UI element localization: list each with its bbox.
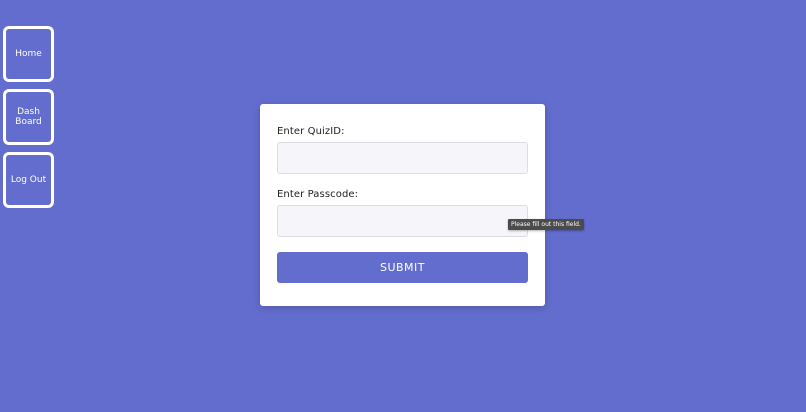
sidebar-item-home[interactable]: Home	[3, 26, 54, 82]
sidebar-item-dashboard[interactable]: Dash Board	[3, 89, 54, 145]
validation-tooltip: Please fill out this field.	[508, 219, 584, 230]
quiz-id-label: Enter QuizID:	[277, 126, 345, 137]
submit-button[interactable]: SUBMIT	[277, 252, 528, 283]
quiz-entry-card: Enter QuizID: Enter Passcode: SUBMIT	[260, 104, 545, 306]
quiz-id-input[interactable]	[277, 142, 528, 174]
passcode-input[interactable]	[277, 205, 528, 237]
sidebar-item-logout[interactable]: Log Out	[3, 152, 54, 208]
passcode-label: Enter Passcode:	[277, 189, 359, 200]
sidebar-nav: Home Dash Board Log Out	[3, 26, 54, 215]
